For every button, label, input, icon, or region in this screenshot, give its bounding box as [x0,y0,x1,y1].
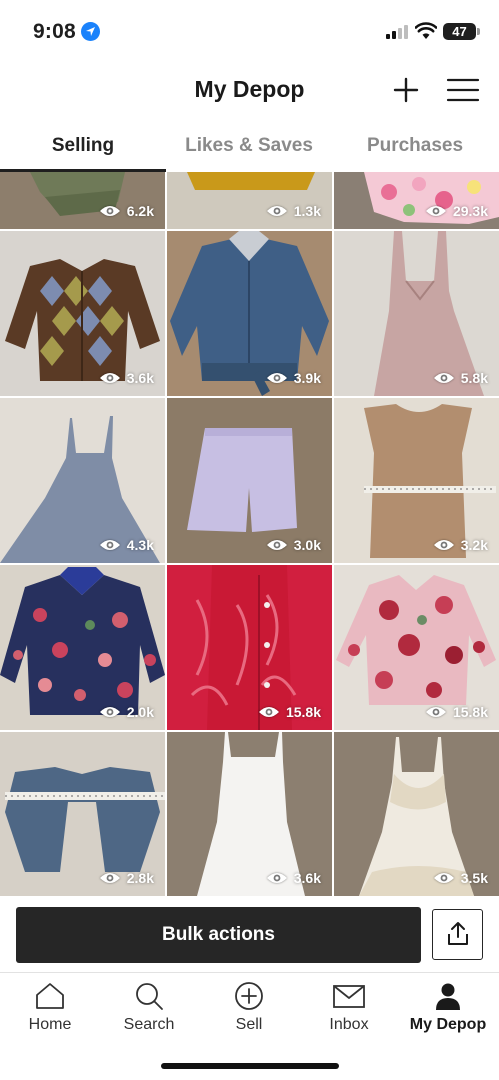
eye-icon [99,540,120,550]
eye-icon [266,873,287,883]
nav-my-depop[interactable]: My Depop [398,981,498,1041]
eye-icon [266,206,287,216]
eye-icon [433,873,454,883]
listing-photo [334,172,499,229]
view-count: 4.3k [99,537,154,553]
eye-icon [99,206,120,216]
share-button[interactable] [432,909,483,960]
eye-icon [433,373,454,383]
view-count: 3.6k [266,870,321,886]
eye-icon [433,540,454,550]
nav-sell[interactable]: Sell [199,981,299,1041]
cellular-signal-icon [386,25,410,39]
listing-tile[interactable]: 5.8k [334,231,499,396]
view-count: 3.9k [266,370,321,386]
nav-label: Home [28,1016,72,1033]
view-count: 3.5k [433,870,488,886]
tab-selling[interactable]: Selling [0,120,166,172]
view-count: 29.3k [425,203,488,219]
listing-tile[interactable]: 3.2k [334,398,499,563]
status-bar: 9:08 47 [0,0,499,62]
bulk-actions-bar: Bulk actions [0,896,499,972]
sell-plus-icon [235,982,263,1010]
listing-tile[interactable]: 29.3k [334,172,499,229]
listing-photo [167,172,332,229]
home-indicator[interactable] [161,1063,339,1069]
listing-tile[interactable]: 15.8k [167,565,332,730]
nav-label: Search [123,1016,175,1033]
listing-tile[interactable]: 2.8k [0,732,165,896]
listings-grid: 6.2k 1.3k 29.3k 3.6k 3.9k 5.8k 4.3k 3.0k… [0,172,499,896]
header: My Depop [0,62,499,120]
home-icon [36,983,64,1009]
bulk-actions-button[interactable]: Bulk actions [16,907,421,963]
tab-likes-saves[interactable]: Likes & Saves [166,120,332,172]
eye-icon [266,540,287,550]
eye-icon [99,707,120,717]
nav-search[interactable]: Search [99,981,199,1041]
listing-tile[interactable]: 3.9k [167,231,332,396]
tab-purchases[interactable]: Purchases [332,120,498,172]
listing-tile[interactable]: 4.3k [0,398,165,563]
inbox-icon [333,985,365,1008]
search-icon [136,983,163,1010]
listing-photo [0,172,165,229]
view-count: 15.8k [425,704,488,720]
menu-button[interactable] [446,74,480,106]
status-time: 9:08 [33,20,76,43]
plus-icon [393,77,419,103]
battery-icon: 47 [443,23,480,40]
view-count: 5.8k [433,370,488,386]
eye-icon [258,707,279,717]
listing-tile[interactable]: 3.5k [334,732,499,896]
listing-tile[interactable]: 3.6k [0,231,165,396]
add-listing-button[interactable] [390,74,422,106]
page-title: My Depop [194,76,305,102]
listing-tile[interactable]: 3.6k [167,732,332,896]
nav-home[interactable]: Home [0,981,100,1041]
eye-icon [99,873,120,883]
share-icon [448,922,468,945]
nav-label: My Depop [409,1016,487,1033]
eye-icon [425,206,446,216]
profile-icon [436,983,460,1010]
listing-tile[interactable]: 2.0k [0,565,165,730]
view-count: 6.2k [99,203,154,219]
hamburger-menu-icon [446,78,480,102]
view-count: 3.0k [266,537,321,553]
nav-label: Inbox [329,1016,369,1033]
wifi-icon [415,22,437,39]
eye-icon [266,373,287,383]
bottom-nav: Home Search Sell Inbox My Depop [0,972,499,1080]
listing-tile[interactable]: 15.8k [334,565,499,730]
eye-icon [99,373,120,383]
battery-level: 47 [452,24,467,39]
view-count: 3.6k [99,370,154,386]
location-arrow-icon [81,22,100,41]
view-count: 2.0k [99,704,154,720]
view-count: 1.3k [266,203,321,219]
tab-bar: Selling Likes & Saves Purchases [0,120,499,172]
listing-tile[interactable]: 6.2k [0,172,165,229]
eye-icon [425,707,446,717]
nav-label: Sell [235,1016,263,1033]
listing-tile[interactable]: 1.3k [167,172,332,229]
view-count: 3.2k [433,537,488,553]
view-count: 15.8k [258,704,321,720]
listing-tile[interactable]: 3.0k [167,398,332,563]
nav-inbox[interactable]: Inbox [299,981,399,1041]
view-count: 2.8k [99,870,154,886]
